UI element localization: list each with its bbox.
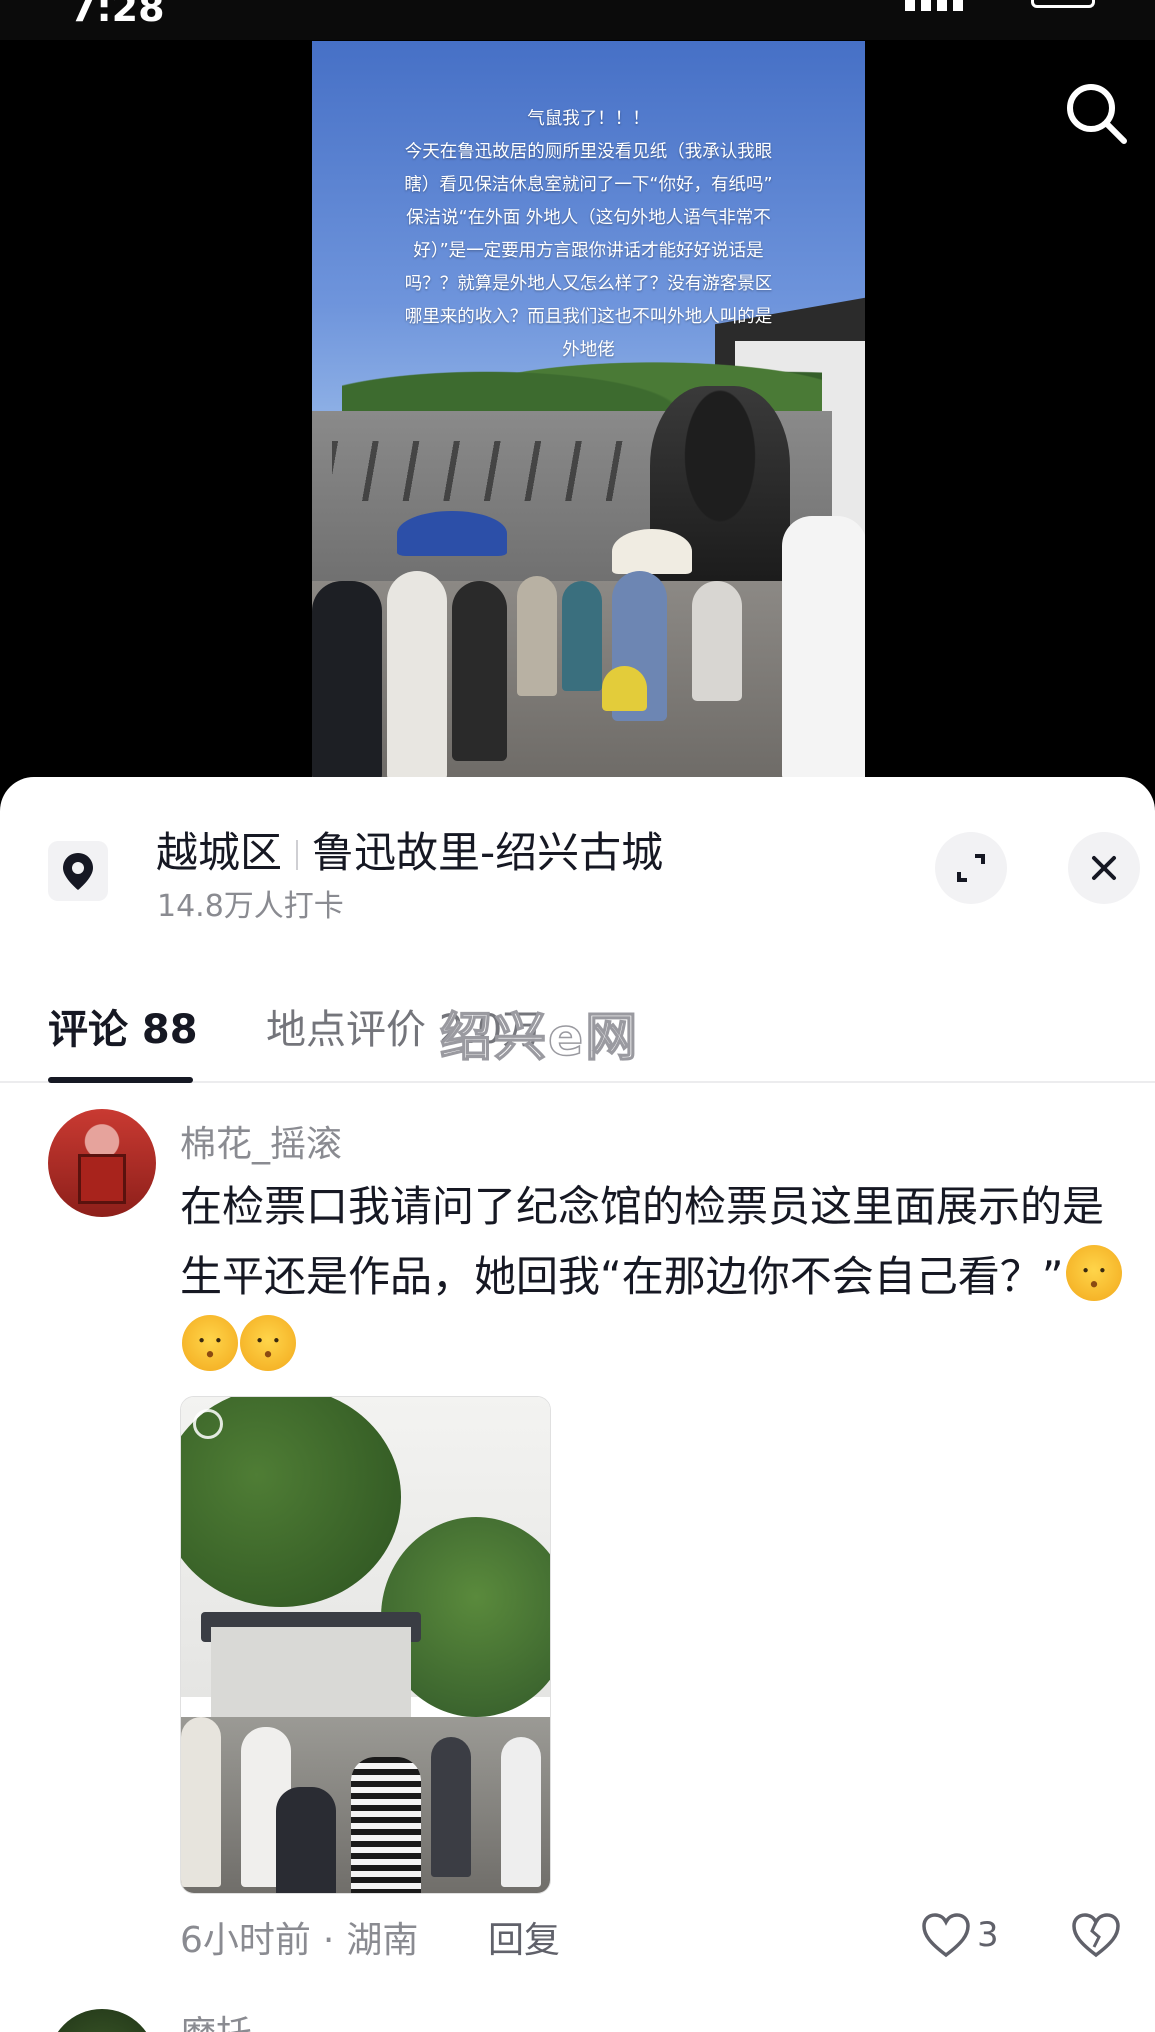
checkin-count: 14.8万人打卡 (157, 889, 344, 924)
video-umbrella (397, 511, 507, 556)
district-name: 越城区 (156, 828, 283, 877)
tab-active-indicator (48, 1077, 193, 1083)
avatar-image-detail (78, 1154, 126, 1204)
image-building (211, 1627, 411, 1717)
location-title[interactable]: 越城区 鲁迅故里-绍兴古城 (156, 819, 663, 880)
image-person (181, 1717, 221, 1887)
like-count: 3 (977, 1915, 999, 1955)
video-person (517, 576, 557, 696)
watermark: 绍兴e网 (439, 1007, 640, 1069)
meta-separator: · (322, 1920, 335, 1961)
video-frame[interactable]: 气鼠我了！！！ 今天在鲁迅故居的厕所里没看见纸（我承认我眼 瞎）看见保洁休息室就… (312, 41, 865, 780)
image-person (351, 1757, 421, 1893)
expand-icon (957, 854, 985, 882)
video-wall-art (332, 441, 632, 501)
location-comments-sheet: 越城区 鲁迅故里-绍兴古城 14.8万人打卡 评论 88 地点评价 2.0万 绍兴… (0, 777, 1155, 2032)
caption-line: 哪里来的收入？而且我们这也不叫外地人叫的是 (404, 307, 773, 327)
caption-line: 好）”是一定要用方言跟你讲话才能好好说话是 (413, 241, 764, 261)
video-person (452, 581, 507, 761)
comment-image[interactable] (180, 1396, 551, 1894)
signal-icon (905, 0, 1015, 11)
comment-body: 在检票口我请问了纪念馆的检票员这里面展示的是生平还是作品，她回我“在那边你不会自… (180, 1172, 1130, 1382)
battery-icon (1031, 0, 1095, 8)
flushed-emoji-icon (240, 1315, 296, 1371)
image-person (276, 1787, 336, 1893)
video-person (387, 571, 447, 780)
live-photo-icon (193, 1409, 223, 1439)
video-person (312, 581, 382, 780)
location-pin-icon (48, 841, 108, 901)
search-icon[interactable] (1061, 78, 1131, 148)
image-person (501, 1737, 541, 1887)
image-person (431, 1737, 471, 1877)
close-icon (1092, 856, 1116, 880)
caption-line: 吗？？就算是外地人又怎么样了？没有游客景区 (404, 274, 773, 294)
caption-line: 外地佬 (562, 340, 615, 360)
caption-line: 保洁说“在外面 外地人（这句外地人语气非常不 (406, 208, 771, 228)
flushed-emoji-icon (182, 1315, 238, 1371)
comment-time: 6小时前 (180, 1920, 311, 1961)
tab-bar: 评论 88 地点评价 2.0万 绍兴e网 (0, 967, 1155, 1083)
close-button[interactable] (1068, 832, 1140, 904)
comment-text: 在检票口我请问了纪念馆的检票员这里面展示的是生平还是作品，她回我“在那边你不会自… (180, 1182, 1105, 1301)
caption-line: 瞎）看见保洁休息室就问了一下“你好，有纸吗” (404, 175, 773, 195)
comment-meta: 6小时前 · 湖南 (180, 1911, 418, 1963)
video-player[interactable]: 气鼠我了！！！ 今天在鲁迅故居的厕所里没看见纸（我承认我眼 瞎）看见保洁休息室就… (0, 40, 1155, 780)
heart-icon[interactable] (920, 1911, 972, 1959)
comment-username[interactable]: 棉花_摇滚 (180, 1115, 342, 1167)
comment-region: 湖南 (346, 1920, 419, 1961)
reply-button[interactable]: 回复 (488, 1911, 560, 1963)
video-person (562, 581, 602, 691)
avatar[interactable] (48, 1109, 156, 1217)
place-name: 鲁迅故里-绍兴古城 (312, 828, 664, 877)
status-bar: 7:28 (0, 0, 1155, 40)
comment-username[interactable]: 磨托 (180, 2005, 252, 2032)
video-umbrella (612, 529, 692, 574)
broken-heart-icon[interactable] (1070, 1911, 1122, 1959)
video-person (692, 581, 742, 701)
caption-line: 今天在鲁迅故居的厕所里没看见纸（我承认我眼 (404, 142, 773, 162)
caption-line: 气鼠我了！！！ (527, 109, 650, 129)
flushed-emoji-icon (1065, 1245, 1122, 1301)
status-time: 7:28 (70, 0, 165, 30)
video-caption: 气鼠我了！！！ 今天在鲁迅故居的厕所里没看见纸（我承认我眼 瞎）看见保洁休息室就… (362, 103, 815, 367)
avatar[interactable] (48, 2009, 156, 2032)
video-person (602, 666, 647, 711)
video-person (782, 516, 865, 780)
tab-comments[interactable]: 评论 88 (48, 997, 198, 1055)
expand-button[interactable] (935, 832, 1007, 904)
title-divider (296, 840, 299, 870)
